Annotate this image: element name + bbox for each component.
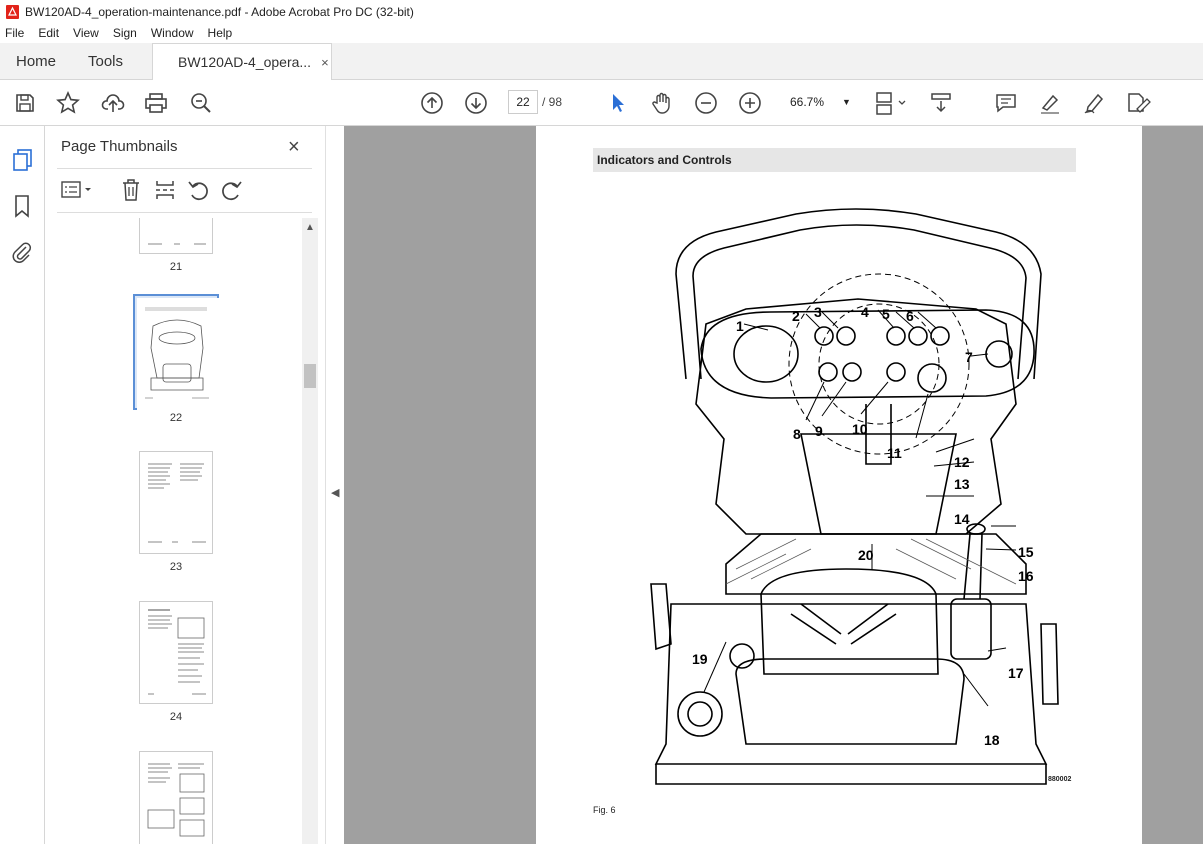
- comment-icon[interactable]: [993, 90, 1019, 116]
- section-heading: Indicators and Controls: [593, 148, 1076, 172]
- tab-document[interactable]: BW120AD-4_opera... ×: [152, 43, 332, 80]
- zoom-level-value: 66.7%: [790, 95, 825, 109]
- thumbnail-tools: [57, 176, 287, 204]
- callout-12: 12: [954, 454, 970, 470]
- tab-bar: Home Tools BW120AD-4_opera... ×: [0, 43, 1203, 80]
- callout-16: 16: [1018, 568, 1034, 584]
- acrobat-app-icon: [6, 4, 19, 19]
- search-zoom-icon[interactable]: [188, 90, 214, 116]
- thumbnail-page-23[interactable]: [139, 451, 213, 554]
- next-page-icon[interactable]: [463, 90, 489, 116]
- callout-11: 11: [887, 445, 902, 461]
- panel-close-icon[interactable]: ×: [288, 136, 300, 159]
- pdf-page: Indicators and Controls 1 2 3 4 5 6 7 8 …: [536, 126, 1142, 844]
- callout-2: 2: [792, 308, 800, 324]
- hand-tool-icon[interactable]: [649, 90, 675, 116]
- window-titlebar: BW120AD-4_operation-maintenance.pdf - Ad…: [0, 0, 1203, 23]
- menu-sign[interactable]: Sign: [113, 26, 137, 40]
- callout-14: 14: [954, 511, 970, 527]
- scrolling-mode-icon[interactable]: [928, 90, 954, 116]
- thumbnail-label: 24: [169, 711, 183, 723]
- save-icon[interactable]: [12, 90, 38, 116]
- insert-page-icon[interactable]: [154, 178, 176, 207]
- main-toolbar: [0, 80, 1203, 126]
- thumbnail-page-24[interactable]: [139, 601, 213, 704]
- thumbnail-page-25[interactable]: [139, 751, 213, 844]
- chevron-down-icon: ▼: [842, 97, 851, 107]
- menu-file[interactable]: File: [5, 26, 24, 40]
- menu-help[interactable]: Help: [208, 26, 233, 40]
- chevron-left-icon[interactable]: ◀: [331, 486, 339, 499]
- callout-8: 8: [793, 426, 801, 442]
- figure-code: 880002: [1048, 776, 1072, 783]
- panel-divider: [57, 168, 312, 169]
- callout-4: 4: [861, 304, 869, 320]
- draw-sign-icon[interactable]: [1081, 90, 1107, 116]
- callout-3: 3: [814, 304, 822, 320]
- bookmark-star-icon[interactable]: [55, 90, 81, 116]
- tab-document-label: BW120AD-4_opera...: [178, 54, 312, 70]
- callout-5: 5: [882, 306, 890, 322]
- previous-page-icon[interactable]: [419, 90, 445, 116]
- chevron-up-icon[interactable]: ▲: [305, 222, 315, 233]
- zoom-level-dropdown[interactable]: 66.7% ▼: [782, 90, 854, 114]
- thumbnail-options-icon[interactable]: [61, 180, 95, 205]
- page-count: / 98: [542, 95, 563, 109]
- zoom-out-icon[interactable]: [693, 90, 719, 116]
- thumbnail-scrollbar[interactable]: ▲: [302, 218, 318, 844]
- callout-10: 10: [852, 421, 868, 437]
- callout-7: 7: [965, 349, 973, 365]
- callout-9: 9: [815, 423, 823, 439]
- callout-20: 20: [858, 547, 874, 563]
- tab-home[interactable]: Home: [16, 43, 56, 80]
- menu-window[interactable]: Window: [151, 26, 194, 40]
- rotate-clockwise-icon[interactable]: [221, 178, 243, 207]
- scrollbar-thumb[interactable]: [304, 364, 316, 388]
- attachments-paperclip-icon[interactable]: [11, 240, 33, 269]
- figure-caption: Fig. 6: [593, 805, 616, 815]
- tab-tools[interactable]: Tools: [88, 43, 123, 80]
- operator-platform-figure: 1 2 3 4 5 6 7 8 9 10 11 12 13 14 15 16 1…: [650, 208, 1059, 785]
- print-icon[interactable]: [143, 90, 169, 116]
- bookmarks-icon[interactable]: [13, 194, 31, 223]
- page-thumbnails-icon[interactable]: [11, 148, 35, 177]
- page-thumbnails-panel: Page Thumbnails × 21 22 23 24 ▲: [45, 126, 325, 844]
- callout-17: 17: [1008, 665, 1024, 681]
- highlight-pen-icon[interactable]: [1037, 90, 1063, 116]
- tab-close-icon[interactable]: ×: [321, 55, 329, 70]
- fit-page-icon[interactable]: [873, 90, 909, 116]
- panel-divider: [57, 212, 312, 213]
- rotate-counterclockwise-icon[interactable]: [187, 178, 209, 207]
- thumbnail-list: 21 22 23 24: [45, 218, 303, 844]
- callout-18: 18: [984, 732, 1000, 748]
- navigation-rail: [0, 126, 45, 844]
- thumbnail-label: 21: [169, 261, 183, 273]
- zoom-in-icon[interactable]: [737, 90, 763, 116]
- document-viewer[interactable]: Indicators and Controls 1 2 3 4 5 6 7 8 …: [344, 126, 1203, 844]
- callout-1: 1: [736, 318, 744, 334]
- thumbnail-page-22[interactable]: [133, 294, 219, 410]
- callout-13: 13: [954, 476, 970, 492]
- menu-edit[interactable]: Edit: [38, 26, 59, 40]
- menu-bar: File Edit View Sign Window Help: [0, 23, 1203, 43]
- select-pointer-icon[interactable]: [605, 90, 631, 116]
- callout-6: 6: [906, 308, 914, 324]
- thumbnail-label: 22: [169, 412, 183, 424]
- page-number-input[interactable]: 22: [508, 90, 538, 114]
- panel-title: Page Thumbnails: [61, 138, 178, 155]
- edit-pdf-icon[interactable]: [1125, 90, 1151, 116]
- share-upload-icon[interactable]: [100, 90, 126, 116]
- thumbnail-label: 23: [169, 561, 183, 573]
- panel-collapse-handle[interactable]: ◀: [325, 126, 344, 844]
- delete-page-icon[interactable]: [120, 178, 142, 207]
- callout-15: 15: [1018, 544, 1034, 560]
- window-title: BW120AD-4_operation-maintenance.pdf - Ad…: [25, 4, 414, 19]
- thumbnail-page-21[interactable]: [139, 218, 213, 254]
- callout-19: 19: [692, 651, 708, 667]
- menu-view[interactable]: View: [73, 26, 99, 40]
